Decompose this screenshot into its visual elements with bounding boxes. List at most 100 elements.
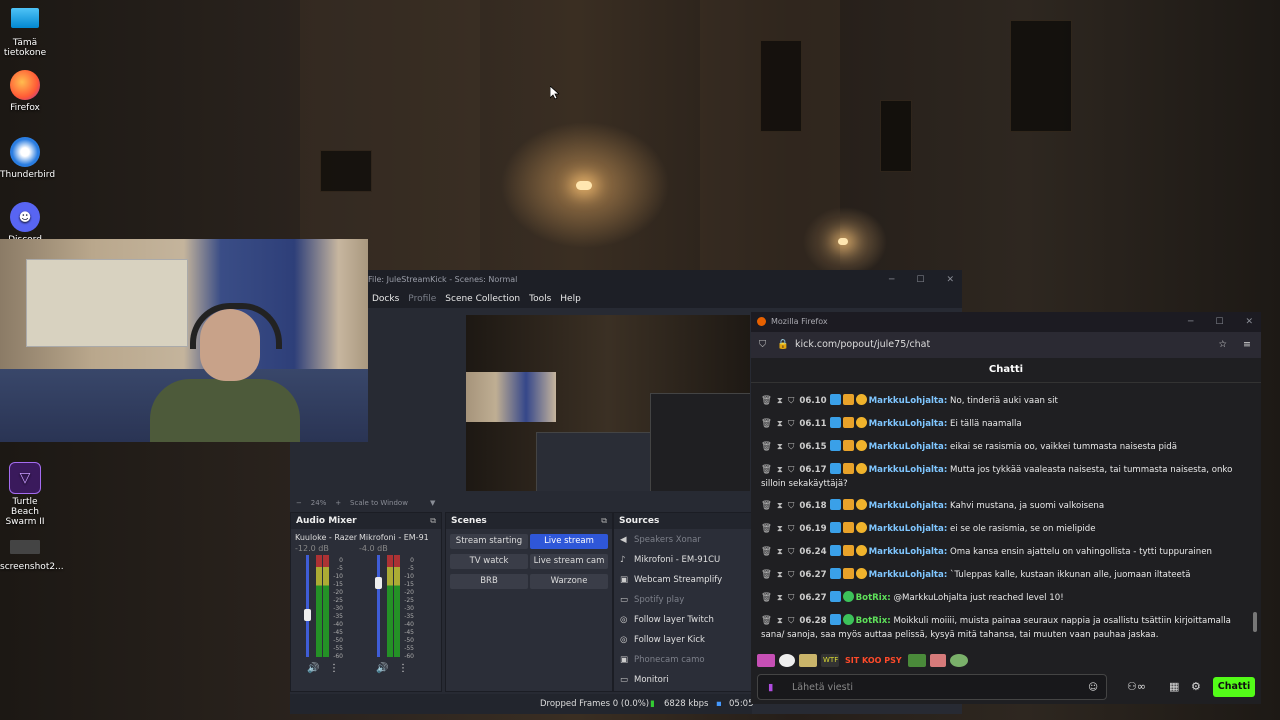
message-user[interactable]: MarkkuLohjalta: bbox=[869, 465, 948, 475]
message-user[interactable]: MarkkuLohjalta: bbox=[869, 570, 948, 580]
more-options-icon[interactable]: ⋮ bbox=[329, 663, 339, 674]
trash-icon[interactable]: 🗑 bbox=[761, 442, 772, 452]
star-icon[interactable]: ☆ bbox=[1218, 332, 1227, 358]
desktop-icon-thunderbird[interactable]: Thunderbird bbox=[0, 137, 55, 180]
timeout-icon[interactable]: ⧗ bbox=[777, 442, 783, 452]
trash-icon[interactable]: 🗑 bbox=[761, 616, 772, 626]
volume-slider[interactable] bbox=[377, 555, 380, 657]
menu-help[interactable]: Help bbox=[560, 290, 581, 308]
message-user[interactable]: MarkkuLohjalta: bbox=[869, 396, 948, 406]
send-chat-button[interactable]: Chatti bbox=[1213, 677, 1255, 697]
desktop-icon-this-pc[interactable]: Tämä tietokone bbox=[0, 8, 50, 58]
url-bar[interactable]: ⛉ 🔒 kick.com/popout/jule75/chat ☆ ≡ bbox=[751, 332, 1261, 358]
maximize-icon[interactable]: ☐ bbox=[916, 270, 924, 290]
volume-knob[interactable] bbox=[304, 609, 311, 621]
desktop-icon-turtle-beach[interactable]: ▽ Turtle Beach Swarm II bbox=[0, 462, 50, 527]
shield-icon[interactable]: ⛉ bbox=[759, 332, 766, 358]
source-item[interactable]: ▭ Monitori bbox=[620, 675, 669, 685]
maximize-icon[interactable]: ☐ bbox=[1215, 312, 1223, 332]
timeout-icon[interactable]: ⧗ bbox=[777, 396, 783, 406]
source-item[interactable]: ▣ Phonecam camo bbox=[620, 655, 705, 665]
emote-text[interactable]: SIT KOO PSY bbox=[843, 654, 904, 667]
more-options-icon[interactable]: ⋮ bbox=[398, 663, 408, 674]
gear-icon[interactable]: ⚙ bbox=[1191, 680, 1201, 693]
shield-icon[interactable]: ⛉ bbox=[788, 593, 794, 603]
trash-icon[interactable]: 🗑 bbox=[761, 524, 772, 534]
timeout-icon[interactable]: ⧗ bbox=[777, 419, 783, 429]
trash-icon[interactable]: 🗑 bbox=[761, 419, 772, 429]
source-item[interactable]: ◎ Follow layer Kick bbox=[620, 635, 705, 645]
volume-slider[interactable] bbox=[306, 555, 309, 657]
scale-mode[interactable]: Scale to Window bbox=[350, 499, 408, 507]
scene-stream-starting[interactable]: Stream starting bbox=[450, 534, 528, 549]
menu-docks[interactable]: Docks bbox=[372, 290, 399, 308]
timeout-icon[interactable]: ⧗ bbox=[777, 501, 783, 511]
emote[interactable] bbox=[799, 653, 817, 667]
obs-preview[interactable] bbox=[466, 315, 750, 491]
source-item[interactable]: ♪ Mikrofoni - EM-91CU bbox=[620, 555, 720, 565]
desktop-icon-screenshot[interactable]: screenshot2... bbox=[0, 540, 64, 572]
scene-brb[interactable]: BRB bbox=[450, 574, 528, 589]
trash-icon[interactable]: 🗑 bbox=[761, 396, 772, 406]
message-user[interactable]: MarkkuLohjalta: bbox=[869, 501, 948, 511]
emote[interactable]: WTF bbox=[821, 653, 839, 667]
trash-icon[interactable]: 🗑 bbox=[761, 593, 772, 603]
emoji-icon[interactable]: ☺ bbox=[1088, 675, 1098, 701]
trash-icon[interactable]: 🗑 bbox=[761, 547, 772, 557]
emote[interactable] bbox=[757, 653, 775, 667]
trash-icon[interactable]: 🗑 bbox=[761, 465, 772, 475]
undock-icon[interactable]: ⧉ bbox=[601, 513, 607, 529]
emote[interactable] bbox=[907, 653, 926, 667]
menu-profile[interactable]: Profile bbox=[408, 290, 436, 308]
desktop-icon-firefox[interactable]: Firefox bbox=[0, 70, 50, 113]
shield-icon[interactable]: ⛉ bbox=[788, 616, 794, 626]
shield-icon[interactable]: ⛉ bbox=[788, 465, 794, 475]
menu-scene-collection[interactable]: Scene Collection bbox=[445, 290, 520, 308]
menu-tools[interactable]: Tools bbox=[529, 290, 551, 308]
shield-icon[interactable]: ⛉ bbox=[788, 442, 794, 452]
source-item[interactable]: ◀ Speakers Xonar bbox=[620, 535, 701, 545]
minimize-icon[interactable]: ─ bbox=[889, 270, 894, 290]
timeout-icon[interactable]: ⧗ bbox=[777, 570, 783, 580]
trash-icon[interactable]: 🗑 bbox=[761, 570, 772, 580]
timeout-icon[interactable]: ⧗ bbox=[777, 547, 783, 557]
message-user[interactable]: BotRix: bbox=[856, 616, 891, 626]
emote[interactable] bbox=[779, 653, 795, 667]
mic-icon[interactable]: ▮ bbox=[768, 675, 773, 701]
chat-messages[interactable]: 🗑 ⧗ ⛉ 06.10 MarkkuLohjalta: No, tinderiä auk… bbox=[751, 382, 1261, 652]
url-text[interactable]: kick.com/popout/jule75/chat bbox=[795, 339, 930, 350]
timeout-icon[interactable]: ⧗ bbox=[777, 593, 783, 603]
speaker-icon[interactable]: 🔊 bbox=[307, 663, 319, 674]
message-user[interactable]: MarkkuLohjalta: bbox=[869, 442, 948, 452]
scene-live-stream-cam[interactable]: Live stream cam bbox=[530, 554, 608, 569]
trash-icon[interactable]: 🗑 bbox=[761, 501, 772, 511]
speaker-icon[interactable]: 🔊 bbox=[376, 663, 388, 674]
chat-scrollbar[interactable] bbox=[1253, 612, 1257, 632]
shield-icon[interactable]: ⛉ bbox=[788, 570, 794, 580]
undock-icon[interactable]: ⧉ bbox=[430, 513, 436, 529]
minimize-icon[interactable]: ─ bbox=[1188, 312, 1193, 332]
chevron-down-icon[interactable]: ▼ bbox=[430, 496, 435, 510]
timeout-icon[interactable]: ⧗ bbox=[777, 465, 783, 475]
shield-icon[interactable]: ⛉ bbox=[788, 419, 794, 429]
menu-icon[interactable]: ≡ bbox=[1243, 332, 1251, 358]
source-item[interactable]: ▣ Webcam Streamplify bbox=[620, 575, 722, 585]
zoom-in-button[interactable]: + bbox=[335, 499, 341, 507]
emote[interactable] bbox=[929, 653, 946, 667]
message-user[interactable]: MarkkuLohjalta: bbox=[869, 547, 948, 557]
gift-icon[interactable]: ▦ bbox=[1169, 680, 1179, 693]
volume-knob[interactable] bbox=[375, 577, 382, 589]
timeout-icon[interactable]: ⧗ bbox=[777, 616, 783, 626]
message-user[interactable]: BotRix: bbox=[856, 593, 891, 603]
source-item[interactable]: ▭ Spotify play bbox=[620, 595, 684, 605]
shield-icon[interactable]: ⛉ bbox=[788, 396, 794, 406]
message-user[interactable]: MarkkuLohjalta: bbox=[869, 524, 948, 534]
message-user[interactable]: MarkkuLohjalta: bbox=[869, 419, 948, 429]
scene-tv-watck[interactable]: TV watck bbox=[450, 554, 528, 569]
users-icon[interactable]: ⚇∞ bbox=[1127, 680, 1146, 693]
close-icon[interactable]: ✕ bbox=[1245, 312, 1253, 332]
zoom-out-button[interactable]: − bbox=[296, 499, 302, 507]
shield-icon[interactable]: ⛉ bbox=[788, 547, 794, 557]
shield-icon[interactable]: ⛉ bbox=[788, 524, 794, 534]
chat-input[interactable]: ▮ Lähetä viesti ☺ bbox=[757, 674, 1107, 700]
